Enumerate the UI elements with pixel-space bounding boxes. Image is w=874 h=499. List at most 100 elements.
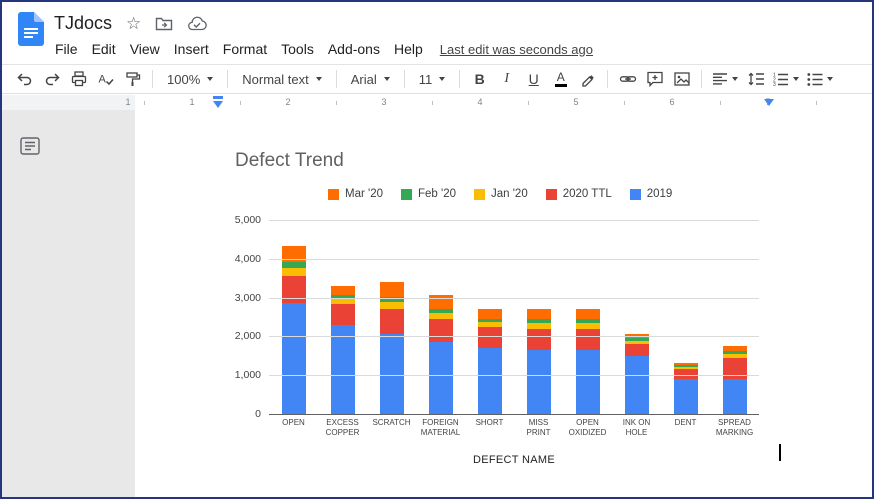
- bar-short: [478, 309, 502, 414]
- toolbar-separator: [152, 70, 153, 88]
- legend-swatch: [401, 189, 412, 200]
- bar-segment: [380, 302, 404, 309]
- bar-open: [282, 246, 306, 414]
- left-indent-marker[interactable]: [213, 101, 223, 108]
- bar-segment: [576, 329, 600, 350]
- spellcheck-button[interactable]: A: [93, 67, 118, 91]
- document-page[interactable]: Defect Trend Mar '20Feb '20Jan '202020 T…: [135, 110, 874, 497]
- menu-bar: FileEditViewInsertFormatToolsAdd-onsHelp…: [48, 38, 593, 60]
- highlight-color-button[interactable]: [575, 67, 600, 91]
- right-indent-marker[interactable]: [764, 99, 774, 106]
- gridline: [269, 298, 759, 299]
- ruler-tick: [336, 101, 337, 105]
- toolbar-separator: [459, 70, 460, 88]
- legend-item: 2020 TTL: [546, 188, 612, 200]
- last-edit-link[interactable]: Last edit was seconds ago: [440, 42, 593, 57]
- legend-item: Mar '20: [328, 188, 383, 200]
- ruler: 11234567: [2, 95, 872, 110]
- menu-item-file[interactable]: File: [48, 39, 85, 59]
- ruler-tick: [624, 101, 625, 105]
- bar-segment: [527, 350, 551, 414]
- chevron-down-icon: [384, 77, 390, 81]
- bar-slot: [710, 220, 759, 414]
- redo-button[interactable]: [39, 67, 64, 91]
- font-size-value: 11: [419, 72, 433, 87]
- zoom-select[interactable]: 100%: [160, 70, 220, 89]
- add-comment-button[interactable]: [642, 67, 667, 91]
- chart-bars: [269, 220, 759, 414]
- insert-link-button[interactable]: [615, 67, 640, 91]
- menu-item-tools[interactable]: Tools: [274, 39, 321, 59]
- svg-text:3: 3: [773, 82, 776, 86]
- ruler-tick: [432, 101, 433, 105]
- insert-image-button[interactable]: [669, 67, 694, 91]
- numbered-list-button[interactable]: 123: [770, 67, 802, 91]
- italic-button[interactable]: I: [494, 67, 519, 91]
- underline-button[interactable]: U: [521, 67, 546, 91]
- legend-label: 2019: [647, 188, 673, 200]
- bold-button[interactable]: B: [467, 67, 492, 91]
- ruler-number: 2: [285, 97, 290, 107]
- ruler-number: 3: [381, 97, 386, 107]
- menu-item-edit[interactable]: Edit: [85, 39, 123, 59]
- bar-segment: [282, 268, 306, 276]
- bar-segment: [674, 379, 698, 414]
- move-to-folder-icon[interactable]: [155, 16, 173, 32]
- line-spacing-button[interactable]: [743, 67, 768, 91]
- menu-item-addons[interactable]: Add-ons: [321, 39, 387, 59]
- bar-slot: [416, 220, 465, 414]
- text-color-button[interactable]: A: [548, 67, 573, 91]
- menu-item-view[interactable]: View: [123, 39, 167, 59]
- align-button[interactable]: [709, 67, 741, 91]
- chevron-down-icon: [439, 77, 445, 81]
- x-axis-title: DEFECT NAME: [269, 454, 759, 466]
- text-color-icon: A: [555, 71, 567, 87]
- legend-swatch: [546, 189, 557, 200]
- bar-segment: [478, 348, 502, 414]
- y-axis-tick-label: 2,000: [185, 330, 261, 342]
- bar-segment: [478, 327, 502, 348]
- bar-slot: [269, 220, 318, 414]
- show-outline-button[interactable]: [18, 134, 42, 158]
- toolbar-separator: [336, 70, 337, 88]
- star-icon[interactable]: ☆: [126, 15, 141, 32]
- x-axis-category-label: EXCESS COPPER: [318, 418, 367, 437]
- x-axis-category-label: SCRATCH: [367, 418, 416, 437]
- bar-slot: [514, 220, 563, 414]
- zoom-value: 100%: [167, 72, 200, 87]
- x-axis-category-label: INK ON HOLE: [612, 418, 661, 437]
- bar-excess-copper: [331, 286, 355, 414]
- ruler-tick: [528, 101, 529, 105]
- bar-segment: [576, 309, 600, 319]
- bar-slot: [367, 220, 416, 414]
- paint-format-button[interactable]: [120, 67, 145, 91]
- docs-logo-icon[interactable]: [18, 12, 44, 46]
- print-button[interactable]: [66, 67, 91, 91]
- menu-item-help[interactable]: Help: [387, 39, 430, 59]
- bar-scratch: [380, 282, 404, 414]
- chart-title: Defect Trend: [235, 150, 344, 172]
- paragraph-style-select[interactable]: Normal text: [235, 70, 328, 89]
- bar-segment: [527, 309, 551, 319]
- ruler-number: 1: [125, 97, 130, 107]
- gridline: [269, 336, 759, 337]
- font-size-select[interactable]: 11: [412, 70, 453, 89]
- bar-segment: [429, 319, 453, 342]
- bar-slot: [661, 220, 710, 414]
- menu-item-format[interactable]: Format: [216, 39, 274, 59]
- toolbar-separator: [404, 70, 405, 88]
- bulleted-list-button[interactable]: [804, 67, 836, 91]
- y-axis-tick-label: 0: [185, 408, 261, 420]
- ruler-number: 1: [189, 97, 194, 107]
- first-line-indent-marker[interactable]: [213, 96, 223, 99]
- cloud-saved-icon[interactable]: [187, 16, 207, 32]
- doc-title[interactable]: TJdocs: [54, 13, 112, 34]
- undo-button[interactable]: [12, 67, 37, 91]
- menu-item-insert[interactable]: Insert: [167, 39, 216, 59]
- gridline: [269, 375, 759, 376]
- defect-trend-chart[interactable]: Defect Trend Mar '20Feb '20Jan '202020 T…: [135, 110, 874, 497]
- toolbar: A 100% Normal text Arial 11 B I U: [2, 64, 872, 94]
- font-select[interactable]: Arial: [344, 70, 397, 89]
- bar-slot: [318, 220, 367, 414]
- bar-segment: [674, 369, 698, 379]
